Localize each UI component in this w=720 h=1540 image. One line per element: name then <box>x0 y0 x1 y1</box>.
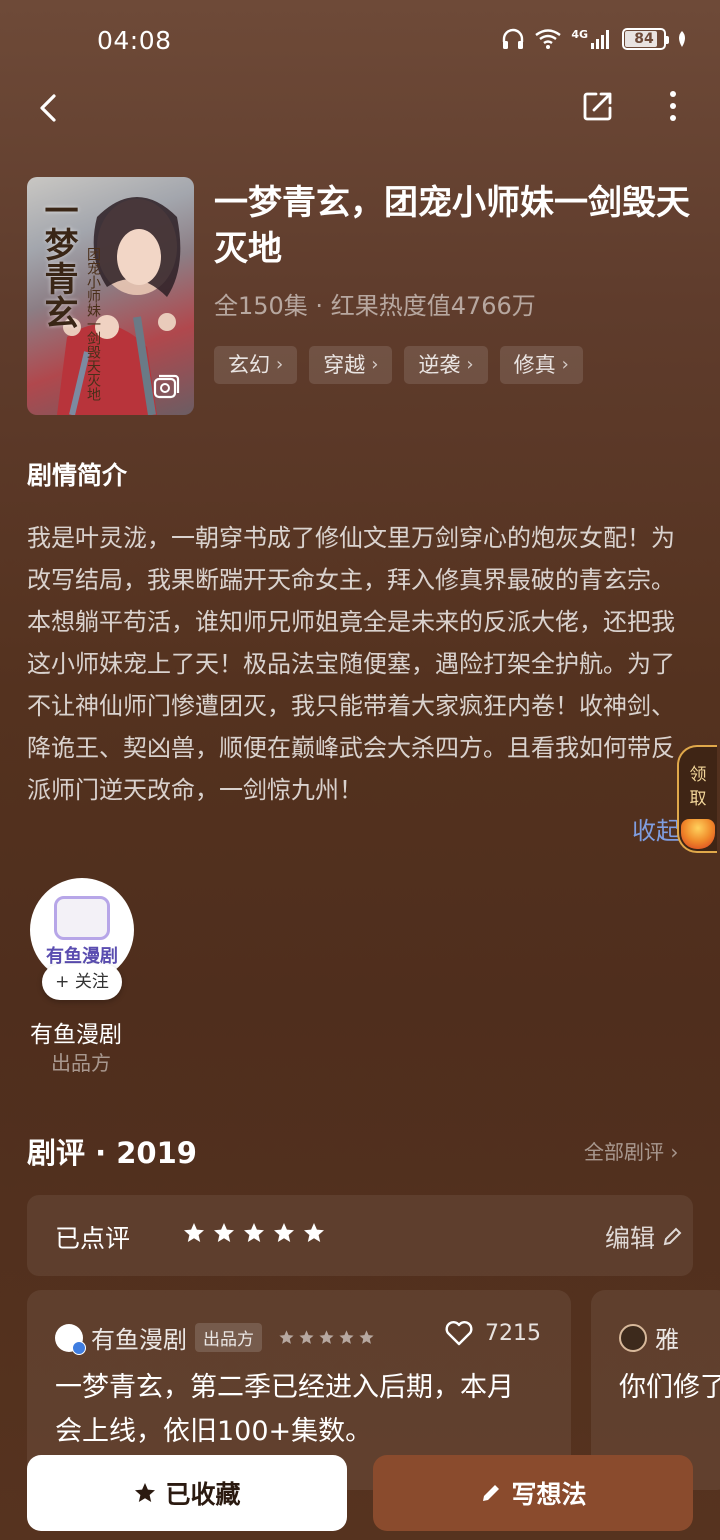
reviews-heading: 剧评 · 2019 <box>27 1136 197 1170</box>
favorite-label: 已收藏 <box>165 1480 241 1509</box>
drama-title: 一梦青玄，团宠小师妹一剑毁天灭地 <box>214 183 690 269</box>
star-icon <box>135 1483 156 1502</box>
my-rating-label: 已点评 <box>55 1224 131 1253</box>
headphones-icon <box>503 28 524 49</box>
producer-badge: 出品方 <box>195 1323 262 1352</box>
star-icon <box>184 1223 204 1242</box>
review-text: 你们修了。 <box>619 1372 720 1403</box>
write-label: 写想法 <box>511 1480 587 1509</box>
heart-icon <box>445 1321 473 1346</box>
cover-title: 一梦青玄 <box>38 193 78 329</box>
synopsis-text: 我是叶灵泷，一朝穿书成了修仙文里万剑穿心的炮灰女配！为改写结局，我果断踹开天命女… <box>27 524 675 804</box>
edit-label: 编辑 <box>605 1224 656 1253</box>
star-icon <box>274 1223 294 1242</box>
battery-level: 84 <box>634 31 654 47</box>
review-header: 雅 <box>619 1320 679 1355</box>
review-stars <box>278 1329 375 1346</box>
tv-cat-icon <box>54 896 110 940</box>
chevron-right-icon: › <box>371 354 379 375</box>
drama-cover[interactable]: 一梦青玄 团宠小师妹一剑毁天灭地 <box>27 177 194 415</box>
star-icon <box>279 1330 294 1344</box>
tag-item[interactable]: 修真 › <box>499 346 583 384</box>
producer-role: 出品方 <box>51 1051 111 1075</box>
star-icon <box>214 1223 234 1242</box>
network-type: 4G <box>571 27 588 41</box>
pencil-icon <box>483 1485 500 1501</box>
synopsis-heading: 剧情简介 <box>27 461 128 490</box>
collapse-button[interactable]: 收起 <box>632 811 680 846</box>
chevron-right-icon: › <box>276 354 284 375</box>
pencil-icon <box>663 1227 682 1246</box>
genre-tags: 玄幻 › 穿越 › 逆袭 › 修真 › <box>214 346 583 384</box>
back-button[interactable] <box>30 88 70 128</box>
all-reviews-link[interactable]: 全部剧评 › <box>584 1136 678 1165</box>
chevron-right-icon: › <box>561 354 569 375</box>
star-icon <box>339 1330 354 1344</box>
treasure-pot-icon <box>681 819 715 849</box>
reward-float-button[interactable]: 领取 <box>677 745 717 853</box>
like-button[interactable]: 7215 <box>445 1320 541 1346</box>
tag-label: 玄幻 <box>228 353 270 377</box>
star-icon <box>244 1223 264 1242</box>
reviewer-avatar[interactable] <box>619 1323 647 1352</box>
tag-label: 逆袭 <box>418 353 461 377</box>
chevron-right-icon: › <box>466 354 474 375</box>
top-nav <box>0 82 720 132</box>
status-icons: 4G 84 <box>501 28 688 50</box>
edit-review-button[interactable]: 编辑 <box>605 1219 683 1255</box>
reviewer-name: 有鱼漫剧 <box>91 1326 187 1354</box>
share-button[interactable] <box>580 88 616 124</box>
favorite-button[interactable]: 已收藏 <box>27 1455 347 1531</box>
producer-name: 有鱼漫剧 <box>30 1022 122 1048</box>
drama-meta: 全150集 · 红果热度值4766万 <box>214 292 536 320</box>
tag-item[interactable]: 玄幻 › <box>214 346 298 384</box>
gallery-icon[interactable] <box>152 373 180 401</box>
follow-button[interactable]: + 关注 <box>42 964 122 1000</box>
more-button[interactable] <box>658 86 688 126</box>
signal-icon <box>591 30 609 49</box>
star-icon <box>319 1330 334 1344</box>
review-header: 有鱼漫剧 出品方 <box>55 1320 375 1355</box>
cover-subtitle: 团宠小师妹一剑毁天灭地 <box>85 247 101 401</box>
star-icon <box>299 1330 314 1344</box>
tag-item[interactable]: 穿越 › <box>309 346 393 384</box>
reviewer-avatar[interactable] <box>55 1323 86 1355</box>
more-vertical-icon <box>670 91 676 121</box>
reward-label: 领取 <box>689 765 707 809</box>
tag-label: 穿越 <box>323 353 366 377</box>
write-thought-button[interactable]: 写想法 <box>373 1455 693 1531</box>
like-count: 7215 <box>485 1320 541 1346</box>
status-bar: 04:08 4G 84 <box>0 0 720 86</box>
tag-label: 修真 <box>513 353 556 377</box>
bottom-action-bar: 已收藏 写想法 <box>0 1440 720 1540</box>
my-rating-stars <box>182 1221 326 1245</box>
my-rating-card[interactable]: 已点评 编辑 <box>27 1195 693 1276</box>
verified-icon <box>72 1340 86 1355</box>
star-icon <box>304 1223 324 1242</box>
star-icon <box>359 1330 374 1344</box>
reviewer-name: 雅 <box>655 1326 679 1354</box>
battery-icon: 84 <box>622 28 669 50</box>
status-time: 04:08 <box>97 26 172 55</box>
share-icon <box>583 92 612 121</box>
wifi-icon <box>535 29 562 49</box>
leaf-icon <box>679 31 685 47</box>
chevron-left-icon <box>40 94 56 122</box>
tag-item[interactable]: 逆袭 › <box>404 346 488 384</box>
